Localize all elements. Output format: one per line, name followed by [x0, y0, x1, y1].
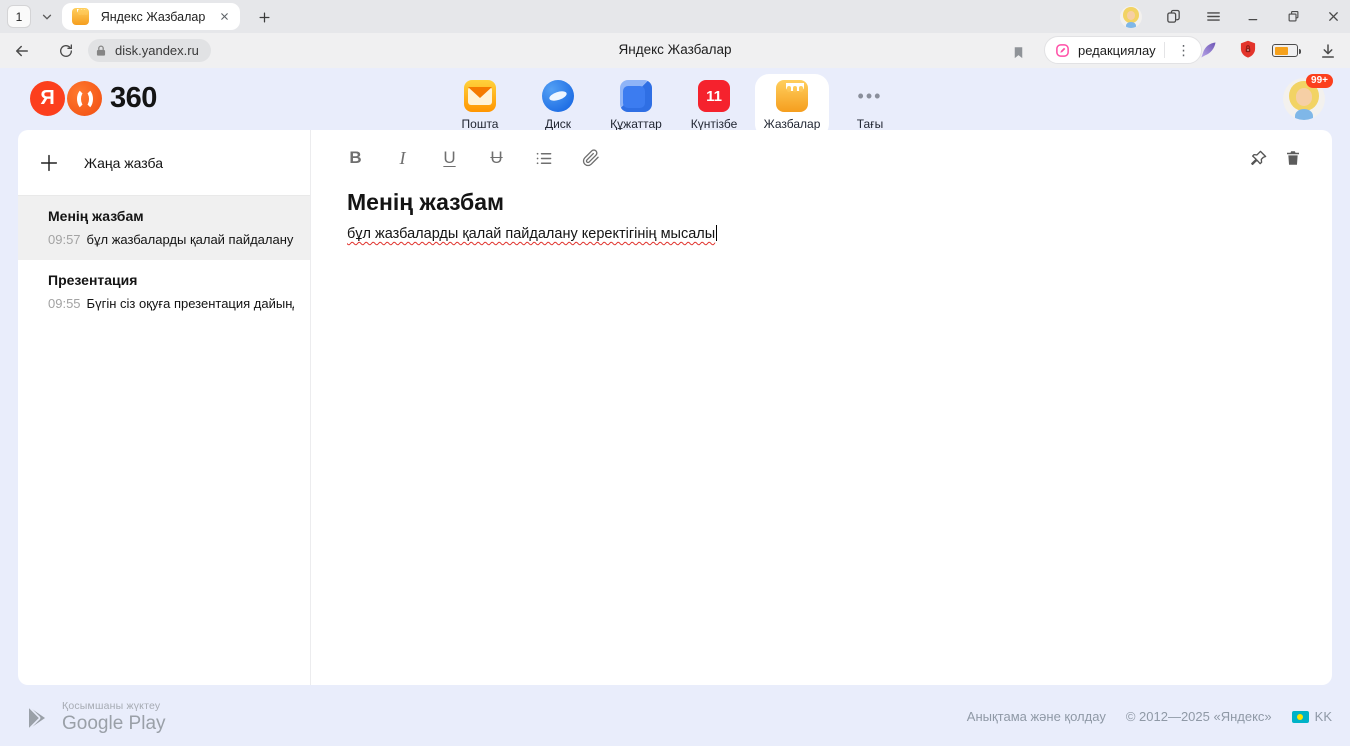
tab-counter-value: 1: [16, 10, 23, 24]
footer-links: Анықтама және қолдау © 2012—2025 «Яндекс…: [967, 709, 1332, 724]
store-caption: Қосымшаны жүктеу: [62, 700, 166, 712]
plus-icon: [38, 152, 60, 174]
tab-title: Яндекс Жазбалар: [89, 10, 217, 24]
note-body[interactable]: бұл жазбаларды қалай пайдалану керектігі…: [347, 225, 717, 242]
note-item-time: 09:57: [48, 232, 81, 247]
new-note-button[interactable]: Жаңа жазба: [18, 130, 310, 196]
close-window-icon[interactable]: [1324, 8, 1342, 26]
note-body-text: бұл жазбаларды қалай пайдалану керектігі…: [347, 226, 715, 242]
tab-counter-button[interactable]: 1: [7, 5, 31, 28]
tab-list-chevron-icon[interactable]: [36, 5, 58, 28]
note-item-time: 09:55: [48, 296, 81, 311]
address-bar[interactable]: disk.yandex.ru: [88, 39, 211, 62]
chip-more-icon[interactable]: ⋮: [1173, 42, 1195, 59]
help-link[interactable]: Анықтама және қолдау: [967, 709, 1106, 724]
edit-mode-chip[interactable]: редакциялау ⋮: [1044, 36, 1202, 64]
format-toolbar: B I U U: [346, 147, 600, 169]
service-docs[interactable]: Құжаттар: [599, 74, 673, 138]
edit-mode-label: редакциялау: [1078, 43, 1156, 58]
browser-tab-bar: 1 Яндекс Жазбалар: [0, 0, 1350, 33]
back-icon[interactable]: [12, 41, 32, 61]
service-disk[interactable]: Диск: [521, 74, 595, 138]
language-selector[interactable]: KK: [1292, 709, 1332, 724]
text-cursor: [716, 225, 717, 241]
note-title[interactable]: Менің жазбам: [347, 189, 504, 216]
edit-icon: [1055, 43, 1070, 58]
note-item-title: Презентация: [48, 272, 294, 288]
bullet-list-button[interactable]: [534, 147, 553, 169]
kazakhstan-flag-icon: [1292, 711, 1309, 723]
battery-icon[interactable]: [1272, 44, 1298, 57]
bold-button[interactable]: B: [346, 147, 365, 169]
lock-icon: [94, 44, 108, 58]
bookmark-icon[interactable]: [1008, 42, 1028, 62]
note-item-snippet: бұл жазбаларды қалай пайдалану ке…: [87, 232, 294, 247]
minimize-icon[interactable]: [1244, 8, 1262, 26]
service-calendar[interactable]: 11 Күнтізбе: [677, 74, 751, 138]
note-editor: B I U U Менің жазбам бұл жа: [311, 130, 1332, 685]
delete-note-icon[interactable]: [1283, 147, 1302, 169]
note-list-item[interactable]: Презентация 09:55 Бүгін сіз оқуға презент…: [18, 260, 310, 324]
pen-extension-icon[interactable]: [1198, 40, 1218, 60]
profile-avatar-icon[interactable]: [1120, 6, 1142, 28]
copyright-text: © 2012—2025 «Яндекс»: [1126, 709, 1272, 724]
store-name: Google Play: [62, 713, 166, 735]
language-code: KK: [1315, 709, 1332, 724]
reload-icon[interactable]: [56, 41, 76, 61]
disk-icon: [542, 80, 574, 112]
notes-favicon-icon: [72, 8, 89, 25]
browser-tab[interactable]: Яндекс Жазбалар: [62, 3, 240, 30]
service-header: Я 360 Пошта Диск Құжаттар 11 Күнтізбе: [0, 68, 1350, 130]
service-mail[interactable]: Пошта: [443, 74, 517, 138]
new-tab-button[interactable]: [252, 5, 276, 29]
services-nav: Пошта Диск Құжаттар 11 Күнтізбе Жазбалар…: [0, 74, 1350, 138]
tab-close-icon[interactable]: [217, 8, 232, 26]
italic-button[interactable]: I: [393, 147, 412, 169]
url-text: disk.yandex.ru: [115, 43, 199, 58]
notes-sidebar: Жаңа жазба Менің жазбам 09:57 бұл жазбала…: [18, 130, 311, 685]
notification-badge: 99+: [1306, 74, 1333, 88]
window-controls: [1120, 0, 1342, 33]
documents-icon: [620, 80, 652, 112]
restore-icon[interactable]: [1284, 8, 1302, 26]
service-notes[interactable]: Жазбалар: [755, 74, 829, 138]
note-item-title: Менің жазбам: [48, 208, 294, 224]
attach-button[interactable]: [581, 147, 600, 169]
protect-shield-icon[interactable]: [1238, 39, 1258, 59]
google-play-link[interactable]: Қосымшаны жүктеу Google Play: [26, 700, 166, 735]
underline-button[interactable]: U: [440, 147, 459, 169]
browser-window: 1 Яндекс Жазбалар: [0, 0, 1350, 746]
page-footer: Қосымшаны жүктеу Google Play Анықтама жә…: [0, 685, 1350, 746]
pin-note-icon[interactable]: [1249, 147, 1268, 169]
google-play-icon: [26, 705, 50, 731]
note-item-snippet: Бүгін сіз оқуға презентация дайында…: [87, 296, 294, 311]
calendar-icon: 11: [698, 80, 730, 112]
menu-icon[interactable]: [1204, 8, 1222, 26]
app-panel: Жаңа жазба Менің жазбам 09:57 бұл жазбала…: [18, 130, 1332, 685]
notes-icon: [776, 80, 808, 112]
download-icon[interactable]: [1318, 41, 1338, 61]
note-list-item[interactable]: Менің жазбам 09:57 бұл жазбаларды қалай п…: [18, 196, 310, 260]
browser-toolbar: disk.yandex.ru Яндекс Жазбалар редакциял…: [0, 33, 1350, 68]
user-avatar[interactable]: 99+: [1283, 78, 1325, 120]
tab-panels-icon[interactable]: [1164, 8, 1182, 26]
strikethrough-button[interactable]: U: [487, 147, 506, 169]
mail-icon: [464, 80, 496, 112]
service-more[interactable]: ••• Тағы: [833, 74, 907, 138]
new-note-label: Жаңа жазба: [84, 155, 163, 171]
note-actions: [1249, 147, 1302, 169]
more-icon: •••: [854, 80, 886, 112]
chip-divider: [1164, 42, 1165, 58]
